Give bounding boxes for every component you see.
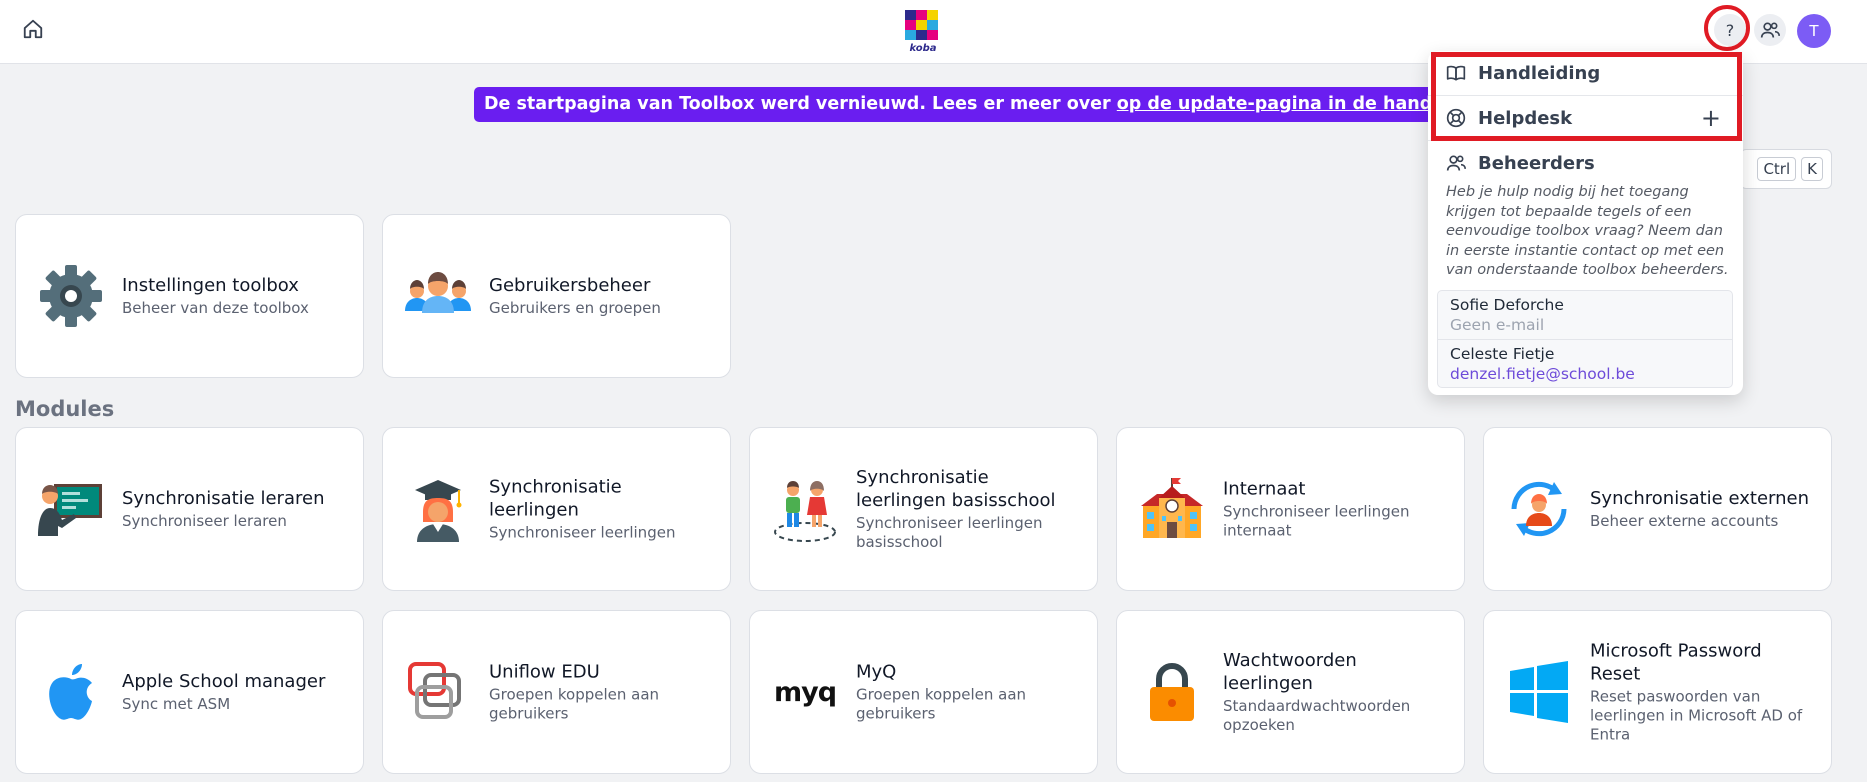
help-dropdown: Handleiding Helpdesk + Beheerders Heb je…	[1428, 51, 1743, 395]
kids-icon	[770, 474, 840, 544]
admin-name: Celeste Fietje	[1450, 345, 1555, 363]
padlock-icon	[1137, 657, 1207, 727]
tile-wachtwoorden-leerlingen[interactable]: Wachtwoorden leerlingen Standaardwachtwo…	[1116, 610, 1465, 774]
tile-instellingen-toolbox[interactable]: Instellingen toolbox Beheer van deze too…	[15, 214, 364, 378]
help-button[interactable]: ?	[1714, 14, 1746, 46]
tile-subtitle: Reset paswoorden van leerlingen in Micro…	[1590, 687, 1803, 744]
puzzle-logo-icon	[905, 10, 938, 40]
school-building-icon	[1137, 474, 1207, 544]
admin-name: Sofie Deforche	[1450, 296, 1564, 314]
users-icon	[1760, 22, 1780, 38]
tile-title: Wachtwoorden leerlingen	[1223, 650, 1357, 694]
tile-title: Synchronisatie externen	[1590, 488, 1809, 509]
admin-entry: Sofie Deforche Geen e-mail	[1438, 291, 1732, 339]
tile-subtitle: Synchroniseer leerlingen internaat	[1223, 502, 1410, 540]
update-banner: De startpagina van Toolbox werd vernieuw…	[474, 87, 1517, 122]
myq-logo-text: myq	[773, 676, 837, 708]
admin-email-link[interactable]: denzel.fietje@school.be	[1450, 364, 1720, 384]
tile-title: Instellingen toolbox	[122, 275, 299, 296]
tile-title: Synchronisatie leerlingen	[489, 476, 622, 521]
expand-plus-icon[interactable]: +	[1701, 104, 1721, 132]
tile-subtitle: Synchroniseer leraren	[122, 512, 287, 530]
tile-synchronisatie-externen[interactable]: Synchronisatie externen Beheer externe a…	[1483, 427, 1832, 591]
tile-uniflow-edu[interactable]: Uniflow EDU Groepen koppelen aan gebruik…	[382, 610, 731, 774]
tile-subtitle: Groepen koppelen aan gebruikers	[856, 685, 1027, 723]
admins-list: Sofie Deforche Geen e-mail Celeste Fietj…	[1437, 290, 1733, 388]
sync-person-icon	[1504, 474, 1574, 544]
tile-synchronisatie-leerlingen[interactable]: Synchronisatie leerlingen Synchroniseer …	[382, 427, 731, 591]
tile-title: Uniflow EDU	[489, 661, 600, 683]
gear-icon	[36, 261, 106, 331]
tile-title: Synchronisatie leerlingen basisschool	[856, 467, 1056, 511]
tile-myq[interactable]: myq MyQ Groepen koppelen aan gebruikers	[749, 610, 1098, 774]
menu-item-handleiding[interactable]: Handleiding	[1428, 51, 1743, 95]
menu-item-label: Handleiding	[1478, 62, 1601, 84]
tile-apple-school-manager[interactable]: Apple School manager Sync met ASM	[15, 610, 364, 774]
tile-subtitle: Sync met ASM	[122, 695, 231, 713]
home-button[interactable]	[18, 14, 48, 44]
logo-text: koba	[909, 43, 937, 54]
tile-title: Microsoft Password Reset	[1590, 640, 1762, 685]
koba-logo[interactable]: koba	[903, 8, 943, 54]
admins-note: Heb je hulp nodig bij het toegang krijge…	[1446, 184, 1729, 278]
apple-icon	[36, 657, 106, 727]
search-shortcut[interactable]: Ctrl K	[1740, 149, 1832, 189]
tile-title: Gebruikersbeheer	[489, 275, 651, 296]
tile-gebruikersbeheer[interactable]: Gebruikersbeheer Gebruikers en groepen	[382, 214, 731, 378]
menu-item-label: Beheerders	[1478, 152, 1595, 174]
modules-heading: Modules	[15, 397, 115, 421]
ctrl-key: Ctrl	[1757, 157, 1797, 181]
users-button[interactable]	[1754, 14, 1786, 46]
tile-subtitle: Beheer van deze toolbox	[122, 299, 309, 317]
lifebuoy-icon	[1446, 108, 1466, 128]
user-avatar[interactable]: T	[1797, 14, 1831, 48]
users-icon	[1446, 155, 1466, 171]
tile-subtitle: Synchroniseer leerlingen basisschool	[856, 514, 1043, 551]
uniflow-icon	[403, 657, 473, 727]
tile-synchronisatie-leerlingen-basisschool[interactable]: Synchronisatie leerlingen basisschool Sy…	[749, 427, 1098, 591]
admin-entry: Celeste Fietje denzel.fietje@school.be	[1438, 339, 1732, 387]
k-key: K	[1801, 157, 1823, 181]
myq-logo: myq	[770, 657, 840, 727]
admin-email: Geen e-mail	[1450, 316, 1545, 334]
tile-subtitle: Groepen koppelen aan gebruikers	[489, 685, 660, 723]
tile-internaat[interactable]: Internaat Synchroniseer leerlingen inter…	[1116, 427, 1465, 591]
tile-subtitle: Beheer externe accounts	[1590, 512, 1779, 530]
tile-title: MyQ	[856, 661, 897, 683]
home-icon	[23, 19, 43, 39]
teacher-icon	[36, 474, 106, 544]
menu-item-helpdesk[interactable]: Helpdesk +	[1428, 96, 1743, 140]
tile-microsoft-password-reset[interactable]: Microsoft Password Reset Reset paswoorde…	[1483, 610, 1832, 774]
tile-subtitle: Synchroniseer leerlingen	[489, 523, 676, 542]
tile-synchronisatie-leraren[interactable]: Synchronisatie leraren Synchroniseer ler…	[15, 427, 364, 591]
tile-subtitle: Standaardwachtwoorden opzoeken	[1223, 697, 1411, 734]
tile-title: Synchronisatie leraren	[122, 488, 325, 509]
tile-title: Internaat	[1223, 478, 1306, 500]
banner-text: De startpagina van Toolbox werd vernieuw…	[484, 94, 1117, 114]
tile-title: Apple School manager	[122, 671, 326, 692]
menu-item-beheerders[interactable]: Beheerders	[1428, 141, 1743, 185]
book-icon	[1446, 65, 1466, 81]
menu-item-label: Helpdesk	[1478, 107, 1573, 129]
windows-icon	[1504, 657, 1574, 727]
graduate-icon	[403, 474, 473, 544]
users-icon	[403, 261, 473, 331]
tile-subtitle: Gebruikers en groepen	[489, 299, 661, 317]
